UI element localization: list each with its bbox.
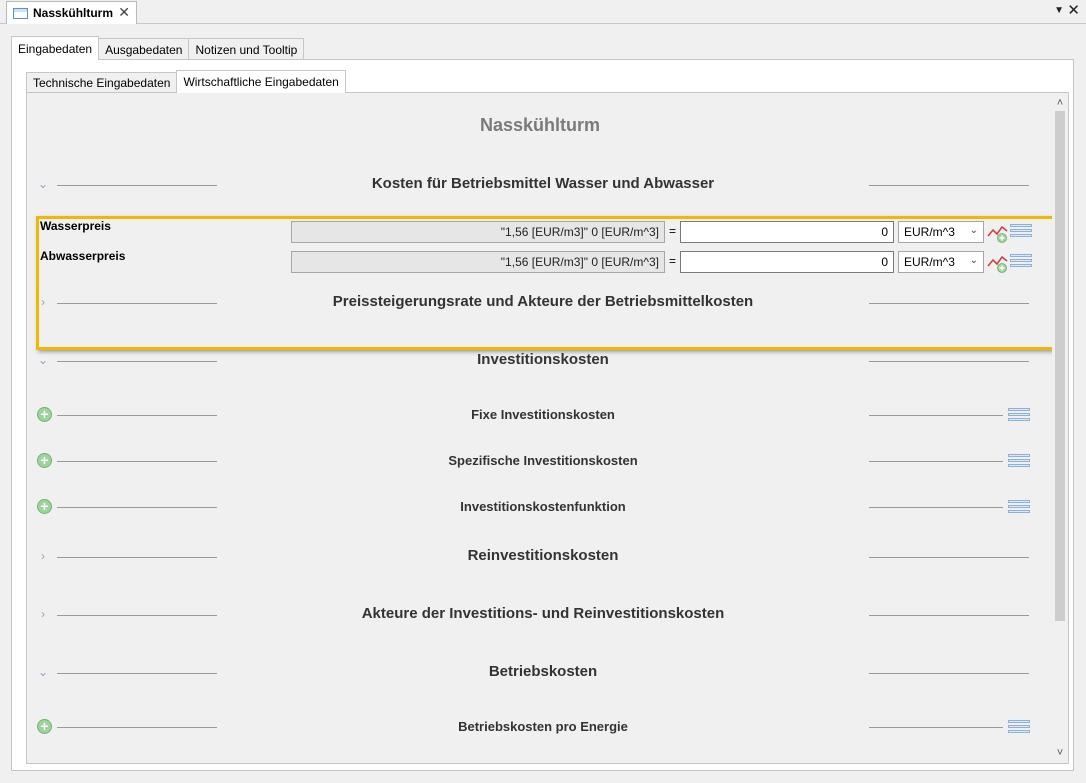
formula-field[interactable]: "1,56 [EUR/m3]" 0 [EUR/m^3] (291, 221, 665, 243)
main-tab-strip: Eingabedaten Ausgabedaten Notizen und To… (11, 36, 305, 60)
value-input[interactable]: 0 (680, 251, 894, 273)
plus-circle-icon[interactable]: + (37, 499, 52, 514)
param-label: Abwasserpreis (40, 249, 126, 263)
section-operating-per-energy[interactable]: + Betriebskosten pro Energie (27, 715, 1053, 739)
section-title: Investitionskostenfunktion (460, 499, 626, 514)
tab-ausgabedaten[interactable]: Ausgabedaten (98, 38, 190, 60)
plus-circle-icon[interactable]: + (37, 719, 52, 734)
chevron-down-icon[interactable]: ⌄ (35, 352, 51, 368)
chevron-right-icon[interactable]: › (35, 548, 51, 564)
section-title: Spezifische Investitionskosten (448, 453, 638, 468)
hamburger-menu-icon[interactable] (1010, 224, 1032, 238)
scroll-up-icon[interactable]: ˄ (1052, 95, 1068, 111)
divider-left (57, 507, 217, 508)
divider-left (57, 615, 217, 616)
formula-field[interactable]: "1,56 [EUR/m3]" 0 [EUR/m^3] (291, 251, 665, 273)
divider-left (57, 673, 217, 674)
divider-right (869, 727, 1003, 728)
tab-notizen-tooltip[interactable]: Notizen und Tooltip (188, 38, 305, 60)
hamburger-menu-icon[interactable] (1008, 408, 1030, 422)
param-row-abwasserpreis: Abwasserpreis "1,56 [EUR/m3]" 0 [EUR/m^3… (27, 247, 1053, 273)
eingabedaten-panel: Technische Eingabedaten Wirtschaftliche … (11, 59, 1074, 771)
value-input[interactable]: 0 (680, 221, 894, 243)
hamburger-menu-icon[interactable] (1008, 720, 1030, 734)
section-title: Betriebskosten (488, 663, 598, 680)
dropdown-arrow-icon: ⌄ (969, 225, 978, 236)
section-title: Investitionskosten (477, 351, 609, 368)
section-title: Reinvestitionskosten (467, 547, 619, 564)
divider-right (869, 303, 1029, 304)
divider-right (869, 615, 1029, 616)
divider-left (57, 415, 217, 416)
section-reinvestment[interactable]: › Reinvestitionskosten (27, 545, 1053, 569)
section-price-increase[interactable]: › Preissteigerungsrate und Akteure der B… (27, 291, 1053, 315)
section-specific-investment[interactable]: + Spezifische Investitionskosten (27, 449, 1053, 473)
hamburger-menu-icon[interactable] (1010, 254, 1032, 268)
divider-left (57, 557, 217, 558)
dropdown-arrow-icon: ⌄ (969, 255, 978, 266)
divider-right (869, 461, 1003, 462)
divider-right (869, 557, 1029, 558)
editor-tab-bar: Nasskühlturm ✕ ▼ ✕ (0, 0, 1086, 24)
section-investment[interactable]: ⌄ Investitionskosten (27, 349, 1053, 373)
sub-tab-strip: Technische Eingabedaten Wirtschaftliche … (26, 70, 346, 93)
unit-label: EUR/m^3 (904, 255, 955, 269)
divider-right (869, 673, 1029, 674)
vertical-scrollbar[interactable]: ˄ ˅ (1052, 93, 1068, 763)
editor-tab-title: Nasskühlturm (33, 6, 114, 20)
editor-tab-nasskuehlturm[interactable]: Nasskühlturm ✕ (6, 1, 137, 24)
close-icon[interactable]: ✕ (118, 5, 130, 19)
section-operating[interactable]: ⌄ Betriebskosten (27, 661, 1053, 685)
divider-right (869, 361, 1029, 362)
plus-circle-icon[interactable]: + (37, 453, 52, 468)
view-menu-icon[interactable]: ▼ (1054, 5, 1064, 16)
plus-circle-icon[interactable]: + (37, 407, 52, 422)
section-title: Betriebskosten pro Energie (458, 719, 628, 734)
hamburger-menu-icon[interactable] (1008, 454, 1030, 468)
trend-chart-icon[interactable] (987, 223, 1009, 243)
chevron-right-icon[interactable]: › (35, 294, 51, 310)
tab-technische-eingabedaten[interactable]: Technische Eingabedaten (26, 72, 178, 93)
view-close-icon[interactable]: ✕ (1067, 3, 1080, 18)
chevron-right-icon[interactable]: › (35, 606, 51, 622)
divider-left (57, 727, 217, 728)
section-fixed-investment[interactable]: + Fixe Investitionskosten (27, 403, 1053, 427)
document-icon (13, 7, 28, 19)
section-title: Kosten für Betriebsmittel Wasser und Abw… (371, 175, 715, 192)
trend-chart-icon[interactable] (987, 253, 1009, 273)
param-label: Wasserpreis (40, 219, 111, 233)
divider-right (869, 415, 1003, 416)
section-actors-investment[interactable]: › Akteure der Investitions- und Reinvest… (27, 603, 1053, 627)
chevron-down-icon[interactable]: ⌄ (35, 176, 51, 192)
section-title: Fixe Investitionskosten (471, 407, 615, 422)
section-title: Akteure der Investitions- und Reinvestit… (361, 605, 725, 622)
wirtschaftliche-panel: Nasskühlturm ⌄ Kosten für Betriebsmittel… (26, 92, 1069, 764)
param-row-wasserpreis: Wasserpreis "1,56 [EUR/m3]" 0 [EUR/m^3] … (27, 217, 1053, 243)
page-title: Nasskühlturm (479, 115, 601, 135)
editor-area: Eingabedaten Ausgabedaten Notizen und To… (0, 25, 1086, 783)
equals-sign: = (669, 224, 677, 238)
tab-wirtschaftliche-eingabedaten[interactable]: Wirtschaftliche Eingabedaten (176, 70, 346, 93)
section-title: Preissteigerungsrate und Akteure der Bet… (332, 293, 754, 310)
section-investment-function[interactable]: + Investitionskostenfunktion (27, 495, 1053, 519)
divider-right (869, 185, 1029, 186)
unit-label: EUR/m^3 (904, 225, 955, 239)
hamburger-menu-icon[interactable] (1008, 500, 1030, 514)
section-water-costs[interactable]: ⌄ Kosten für Betriebsmittel Wasser und A… (27, 173, 1053, 197)
divider-left (57, 185, 217, 186)
unit-select[interactable]: EUR/m^3 ⌄ (898, 251, 984, 273)
tab-eingabedaten[interactable]: Eingabedaten (11, 36, 100, 60)
divider-left (57, 461, 217, 462)
divider-left (57, 361, 217, 362)
chevron-down-icon[interactable]: ⌄ (35, 664, 51, 680)
divider-right (869, 507, 1003, 508)
equals-sign: = (669, 254, 677, 268)
unit-select[interactable]: EUR/m^3 ⌄ (898, 221, 984, 243)
scroll-down-icon[interactable]: ˅ (1052, 745, 1068, 761)
divider-left (57, 303, 217, 304)
scroll-thumb[interactable] (1055, 111, 1065, 621)
